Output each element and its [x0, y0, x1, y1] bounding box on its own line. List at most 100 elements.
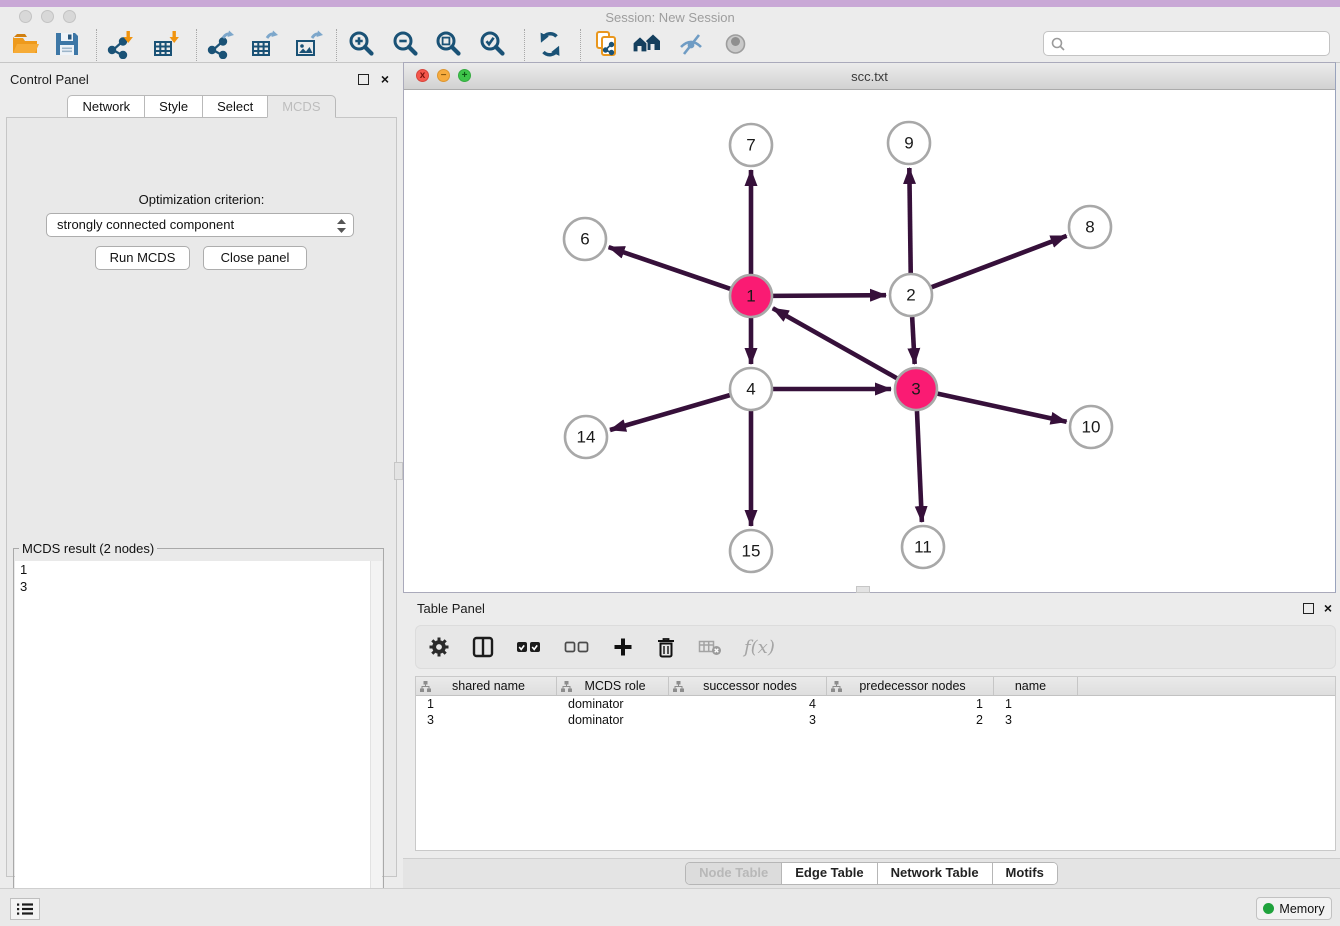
show-columns-icon[interactable] [472, 636, 494, 658]
mcds-result-groupbox: MCDS result (2 nodes) 13 [13, 548, 384, 925]
graph-edge-2-9[interactable] [909, 168, 910, 273]
clone-network-icon[interactable] [587, 27, 625, 61]
graph-edge-2-8[interactable] [932, 236, 1067, 287]
main-toolbar [0, 27, 1340, 63]
graph-edge-3-11[interactable] [917, 411, 922, 522]
graph-edge-4-14[interactable] [610, 395, 730, 430]
task-history-button[interactable] [10, 898, 40, 920]
table-settings-gear-icon[interactable] [428, 636, 450, 658]
table-row[interactable]: 3dominator323 [416, 712, 1335, 728]
toolbar-separator [580, 29, 581, 61]
splitter-handle[interactable] [856, 586, 870, 593]
table-cell-name: 3 [994, 712, 1078, 728]
column-header-label: name [994, 679, 1077, 693]
zoom-out-icon[interactable] [387, 27, 425, 61]
graph-edge-3-10[interactable] [937, 394, 1066, 422]
table-tabs-bar: Node TableEdge TableNetwork TableMotifs [403, 858, 1340, 888]
graph-node-label-11: 11 [914, 538, 932, 557]
graph-node-label-4: 4 [746, 380, 755, 399]
float-panel-icon[interactable] [1303, 603, 1314, 614]
splitter-handle[interactable] [394, 462, 403, 480]
function-builder-icon: f(x) [744, 637, 775, 658]
export-arrow-icon [267, 31, 278, 39]
column-header-mcds-role[interactable]: MCDS role [557, 677, 669, 695]
network-canvas[interactable]: 1234678910111415 [404, 90, 1335, 592]
refresh-icon[interactable] [531, 27, 569, 61]
sort-tree-icon [420, 681, 431, 692]
memory-button[interactable]: Memory [1256, 897, 1332, 920]
node-table: shared name MCDS rolesuccessor nodesprede… [415, 676, 1336, 851]
graph-node-label-8: 8 [1085, 218, 1094, 237]
zoom-selected-icon[interactable] [474, 27, 512, 61]
import-network-icon[interactable] [102, 27, 140, 61]
tab-edge-table[interactable]: Edge Table [782, 863, 877, 884]
graph-node-label-1: 1 [746, 287, 755, 306]
tab-select[interactable]: Select [202, 95, 267, 118]
column-header-shared-name[interactable]: shared name [416, 677, 557, 695]
first-neighbors-icon[interactable] [629, 27, 667, 61]
graph-edge-1-2[interactable] [773, 295, 886, 296]
table-cell-successor-nodes: 4 [669, 696, 827, 712]
column-header-predecessor-nodes[interactable]: predecessor nodes [827, 677, 994, 695]
mcds-panel: Optimization criterion: strongly connect… [6, 117, 397, 877]
window-top-edge [0, 0, 1340, 7]
close-panel-button[interactable]: Close panel [203, 246, 307, 270]
graph-edge-2-3[interactable] [912, 317, 915, 364]
graph-node-label-6: 6 [580, 230, 589, 249]
control-panel: Control Panel × NetworkStyleSelectMCDS O… [0, 63, 403, 885]
close-panel-icon[interactable]: × [1324, 603, 1332, 614]
toolbar-separator [196, 29, 197, 61]
result-scrollbar[interactable] [370, 561, 382, 923]
tab-network[interactable]: Network [67, 95, 144, 118]
export-arrow-icon [312, 31, 323, 39]
search-field[interactable] [1043, 31, 1330, 56]
window-title: Session: New Session [0, 10, 1340, 25]
save-session-icon[interactable] [48, 27, 86, 61]
table-cell-mcds-role: dominator [557, 712, 669, 728]
sort-tree-icon [831, 681, 842, 692]
search-input[interactable] [1067, 35, 1329, 52]
tab-mcds[interactable]: MCDS [267, 95, 335, 118]
zoom-fit-icon[interactable] [430, 27, 468, 61]
export-network-icon[interactable] [202, 27, 240, 61]
delete-column-icon[interactable] [656, 636, 676, 658]
table-row[interactable]: 1dominator411 [416, 696, 1335, 712]
float-panel-icon[interactable] [358, 74, 369, 85]
table-cell-name: 1 [994, 696, 1078, 712]
column-header-successor-nodes[interactable]: successor nodes [669, 677, 827, 695]
status-bar: Memory [0, 888, 1340, 926]
tab-network-table[interactable]: Network Table [878, 863, 993, 884]
folder-icon [10, 29, 40, 59]
run-mcds-button[interactable]: Run MCDS [95, 246, 190, 270]
hide-selected-icon[interactable] [673, 27, 711, 61]
network-window-title: scc.txt [404, 69, 1335, 84]
zoom-in-icon[interactable] [343, 27, 381, 61]
mcds-result-title: MCDS result (2 nodes) [19, 541, 157, 556]
select-all-rows-icon[interactable] [516, 638, 542, 656]
graph-edge-3-1[interactable] [773, 308, 897, 378]
network-window-titlebar[interactable]: x − + scc.txt [404, 63, 1335, 90]
graph-node-label-10: 10 [1082, 418, 1101, 437]
graph-node-label-15: 15 [742, 542, 761, 561]
mcds-result-textarea[interactable]: 13 [15, 561, 382, 923]
search-icon [1049, 35, 1067, 53]
export-image-icon[interactable] [290, 27, 328, 61]
show-all-icon[interactable] [717, 27, 755, 61]
graph-edge-1-6[interactable] [609, 247, 731, 289]
optimization-criterion-select[interactable]: strongly connected component [46, 213, 354, 237]
network-view-window: x − + scc.txt 1234678910111415 [403, 62, 1336, 593]
control-panel-tabs: NetworkStyleSelectMCDS [0, 95, 403, 118]
column-header-name[interactable]: name [994, 677, 1078, 695]
tab-style[interactable]: Style [144, 95, 202, 118]
import-table-icon[interactable] [148, 27, 186, 61]
add-column-icon[interactable] [612, 636, 634, 658]
column-header-label: MCDS role [572, 679, 668, 693]
tab-motifs[interactable]: Motifs [993, 863, 1057, 884]
graph-node-label-14: 14 [577, 428, 596, 447]
tab-node-table[interactable]: Node Table [686, 863, 782, 884]
export-table-icon[interactable] [246, 27, 284, 61]
open-session-icon[interactable] [6, 27, 44, 61]
optimization-criterion-value: strongly connected component [57, 217, 234, 232]
deselect-all-rows-icon[interactable] [564, 638, 590, 656]
close-panel-icon[interactable]: × [381, 74, 389, 85]
